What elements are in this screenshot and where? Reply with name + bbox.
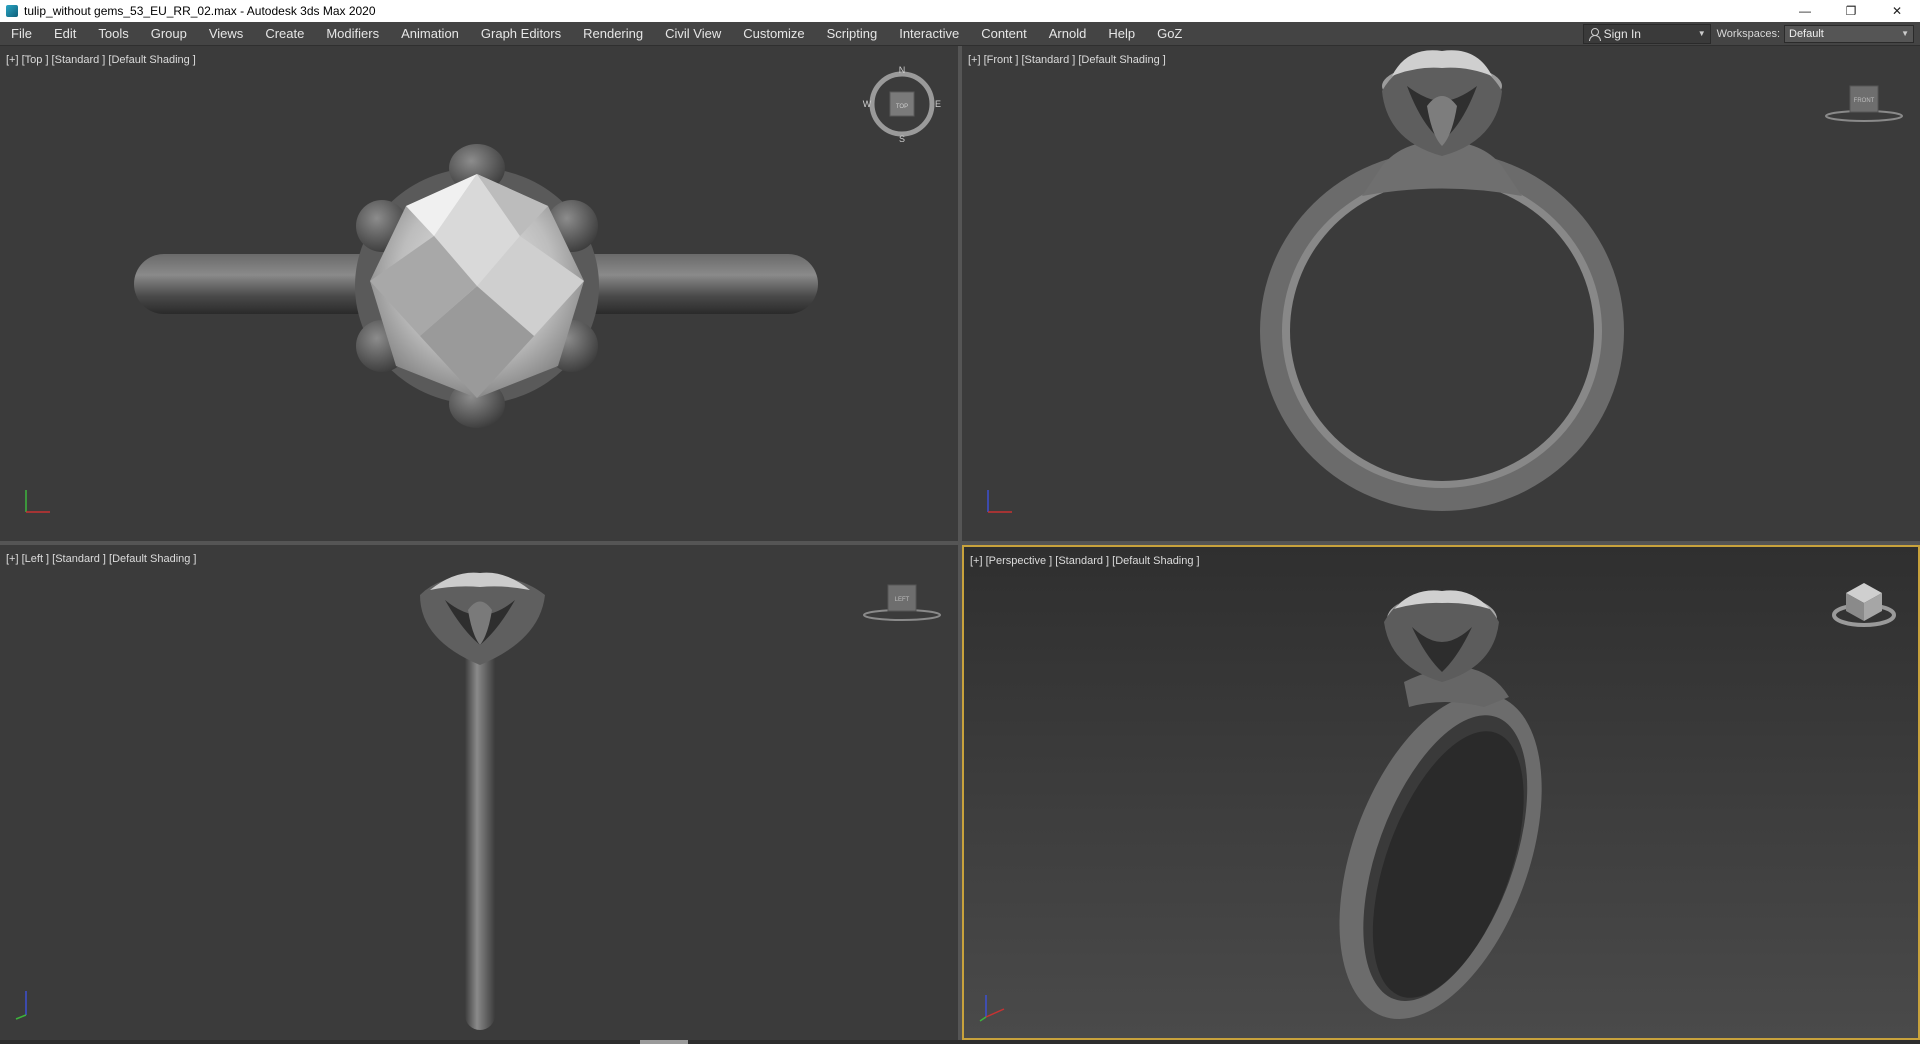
menu-customize[interactable]: Customize (732, 22, 815, 46)
menu-graph-editors[interactable]: Graph Editors (470, 22, 572, 46)
title-bar: tulip_without gems_53_EU_RR_02.max - Aut… (0, 0, 1920, 22)
menu-bar: File Edit Tools Group Views Create Modif… (0, 22, 1920, 46)
compass-north: N (899, 65, 906, 75)
minimize-button[interactable]: — (1782, 0, 1828, 22)
axis-tripod-icon (979, 995, 1005, 1022)
app-icon (6, 5, 18, 17)
menu-create[interactable]: Create (254, 22, 315, 46)
viewport-label-perspective[interactable]: [+] [Perspective ] [Standard ] [Default … (970, 555, 1200, 567)
viewcube[interactable]: FRONT (1824, 64, 1904, 144)
viewport-layout: [+] [Top ] [Standard ] [Default Shading … (0, 46, 1920, 1044)
menu-help[interactable]: Help (1097, 22, 1146, 46)
viewcube-compass[interactable]: TOP N S E W (862, 64, 942, 144)
restore-button[interactable]: ❐ (1828, 0, 1874, 22)
workspace-select[interactable]: Default ▼ (1784, 24, 1914, 43)
menu-views[interactable]: Views (198, 22, 254, 46)
user-icon (1588, 27, 1601, 41)
chevron-down-icon: ▼ (1901, 29, 1909, 38)
axis-tripod-icon (25, 490, 50, 513)
menu-civil-view[interactable]: Civil View (654, 22, 732, 46)
compass-east: E (935, 99, 941, 109)
menu-scripting[interactable]: Scripting (816, 22, 889, 46)
menu-rendering[interactable]: Rendering (572, 22, 654, 46)
menu-content[interactable]: Content (970, 22, 1038, 46)
sign-in-label: Sign In (1603, 26, 1641, 41)
viewcube-face-front: FRONT (1854, 98, 1875, 104)
viewport-perspective[interactable]: [+] [Perspective ] [Standard ] [Default … (962, 545, 1920, 1040)
timeline-strip (0, 1040, 1920, 1044)
close-button[interactable]: ✕ (1874, 0, 1920, 22)
left-view-render (420, 572, 545, 1030)
workspaces-label: Workspaces: (1716, 27, 1780, 40)
perspective-view-render (1339, 590, 1542, 1019)
menu-tools[interactable]: Tools (87, 22, 139, 46)
compass-south: S (899, 134, 905, 144)
viewcube-face-left: LEFT (895, 597, 910, 603)
menu-edit[interactable]: Edit (43, 22, 87, 46)
workspace-value: Default (1789, 27, 1824, 40)
menu-modifiers[interactable]: Modifiers (315, 22, 390, 46)
window-title: tulip_without gems_53_EU_RR_02.max - Aut… (24, 4, 376, 18)
top-view-render (134, 144, 818, 428)
viewport-front[interactable]: [+] [Front ] [Standard ] [Default Shadin… (962, 46, 1920, 541)
menu-file[interactable]: File (0, 22, 43, 46)
axis-tripod-icon (987, 490, 1012, 513)
menu-interactive[interactable]: Interactive (888, 22, 970, 46)
viewcube[interactable]: LEFT (862, 563, 942, 643)
chevron-down-icon: ▼ (1697, 29, 1706, 38)
viewcube[interactable] (1824, 565, 1904, 645)
menu-arnold[interactable]: Arnold (1038, 22, 1098, 46)
viewport-label-top[interactable]: [+] [Top ] [Standard ] [Default Shading … (6, 54, 196, 66)
menu-group[interactable]: Group (140, 22, 198, 46)
viewcube-face-top: TOP (896, 104, 908, 110)
menu-animation[interactable]: Animation (390, 22, 470, 46)
compass-west: W (863, 99, 872, 109)
viewport-top[interactable]: [+] [Top ] [Standard ] [Default Shading … (0, 46, 958, 541)
sign-in-dropdown[interactable]: Sign In ▼ (1582, 23, 1711, 44)
front-view-render (1260, 50, 1624, 511)
viewport-label-front[interactable]: [+] [Front ] [Standard ] [Default Shadin… (968, 54, 1166, 66)
viewport-left[interactable]: [+] [Left ] [Standard ] [Default Shading… (0, 545, 958, 1040)
timeline-slider-handle[interactable] (640, 1040, 688, 1044)
axis-tripod-icon (15, 991, 27, 1020)
menu-goz[interactable]: GoZ (1146, 22, 1193, 46)
viewport-label-left[interactable]: [+] [Left ] [Standard ] [Default Shading… (6, 553, 196, 565)
